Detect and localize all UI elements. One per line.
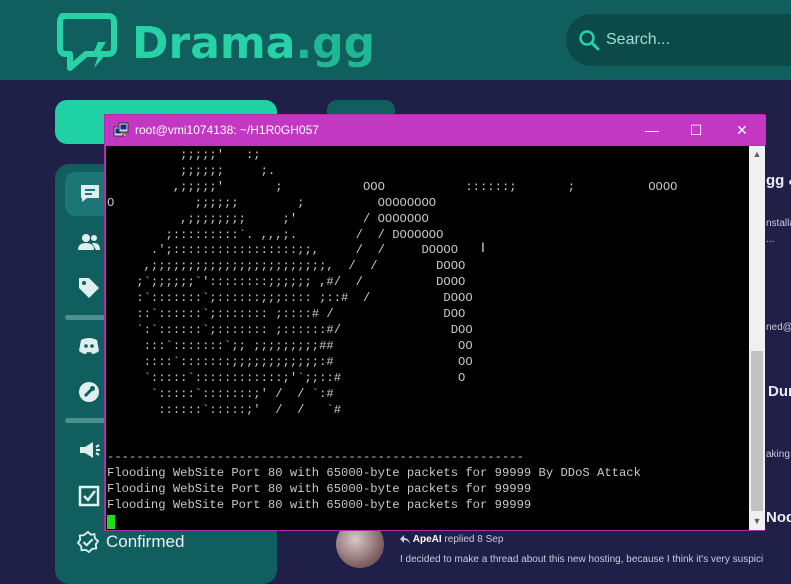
search-placeholder: Search... [606,31,671,48]
search-box[interactable]: Search... [566,14,791,66]
terminal-line: ,;;;;;' ; OOO ::::::; ; OOOO [172,179,678,194]
terminal-cursor [107,515,115,529]
terminal-window: root@vmi1074138: ~/H1R0GH057 — ☐ ✕ ;;;;;… [104,114,766,531]
terminal-line: Flooding WebSite Port 80 with 65000-byte… [107,466,641,481]
thread-snippet-fragment: ned@ [766,322,791,333]
title-bar[interactable]: root@vmi1074138: ~/H1R0GH057 — ☐ ✕ [105,115,766,145]
minimize-button[interactable]: — [629,115,675,145]
tools-icon[interactable] [77,380,101,404]
megaphone-icon[interactable] [77,438,101,462]
chat-bubble-logo-icon [57,13,117,71]
scroll-up-icon[interactable]: ▲ [749,146,765,163]
terminal-line: `:`::::::`;::::::: ;::::::#/ DOO [136,322,473,337]
window-title: root@vmi1074138: ~/H1R0GH057 [135,123,319,137]
terminal-line: ;:::::::::`. ,,,;. / / DOOOOOO [165,227,444,242]
terminal-line: ,;;;;;;;;;;;;;;;;;;;;;;;;, / / DOOO [143,259,466,274]
site-header: Drama.gg Search... [0,0,791,80]
reply-username[interactable]: ApeAI [413,534,442,545]
reply-date: replied 8 Sep [444,534,504,545]
terminal-line: ;;;;;; ;. [180,163,276,178]
terminal-line: Flooding WebSite Port 80 with 65000-byte… [107,482,532,497]
terminal-line: ,;;;;;;;; ;' / OOOOOOO [180,211,429,226]
logo-main-text: Drama [132,18,296,69]
terminal-line: .';:::::::::::::::::;;, / / DOOOO [150,243,459,258]
putty-icon [113,122,129,137]
logo-tld-text: .gg [295,18,376,69]
terminal-line: ::`::::::`;::::::: ;::::# / DOO [136,307,466,322]
terminal-line: ;`;;;;;;`'::::::::;;;;;; ,#/ / DOOO [136,275,466,290]
members-icon[interactable] [77,230,101,254]
sidebar-item-confirmed[interactable]: Confirmed [106,532,184,552]
site-name: Drama.gg [132,18,375,69]
terminal-line: Flooding WebSite Port 80 with 65000-byte… [107,497,532,512]
thread-snippet-fragment: ... [766,234,775,245]
terminal-line: ;;;;;' :; [180,148,261,162]
thread-snippet-fragment: nstalla [766,218,791,229]
terminal-text: ;;;;;' :; ;;;;;; ;. ,;;;;;' ; OOO ::::::… [107,148,677,514]
terminal-line: O ;;;;;; ; OOOOOOOO [107,195,437,210]
scroll-down-icon[interactable]: ▼ [749,513,765,530]
tag-icon[interactable] [77,276,101,300]
close-button[interactable]: ✕ [719,115,765,145]
terminal-line: ::::`:::::::;;;;;;;;;;;;:# OO [143,354,473,369]
thread-title-fragment[interactable]: Nod [766,509,791,526]
reply-meta: ApeAI replied 8 Sep [400,534,503,545]
discord-icon[interactable] [77,334,101,358]
terminal-line: `:::::`::::::::::::;'`;;::# O [143,370,466,385]
terminal-line: :`:::::::`;::::::;;;:::: ;::# / DOOO [136,291,473,306]
thread-title-fragment[interactable]: Dun [768,383,791,400]
checklist-icon[interactable] [77,484,101,508]
text-cursor-icon: I [481,239,485,255]
chat-icon [81,185,99,202]
terminal-line: ::::::`:::::;' / / `# [158,402,342,417]
terminal-line: ----------------------------------------… [107,450,524,465]
thread-title-fragment[interactable]: gg & [766,172,791,189]
verified-badge-icon [77,531,99,553]
reply-arrow-icon [400,534,410,544]
terminal-output[interactable]: ;;;;;' :; ;;;;;; ;. ,;;;;;' ; OOO ::::::… [106,146,749,530]
reply-preview[interactable]: I decided to make a thread about this ne… [400,554,763,565]
terminal-line: `:::::`:::::::;' / / `:# [150,386,334,401]
thread-snippet-fragment: aking [766,449,790,460]
site-logo[interactable]: Drama.gg [56,12,375,72]
maximize-button[interactable]: ☐ [673,115,719,145]
scroll-thumb[interactable] [751,351,763,511]
search-icon [579,30,600,51]
scrollbar[interactable]: ▲ ▼ [749,146,765,530]
terminal-line: :::`:::::::`;; ;;;;;;;;;## OO [143,338,473,353]
